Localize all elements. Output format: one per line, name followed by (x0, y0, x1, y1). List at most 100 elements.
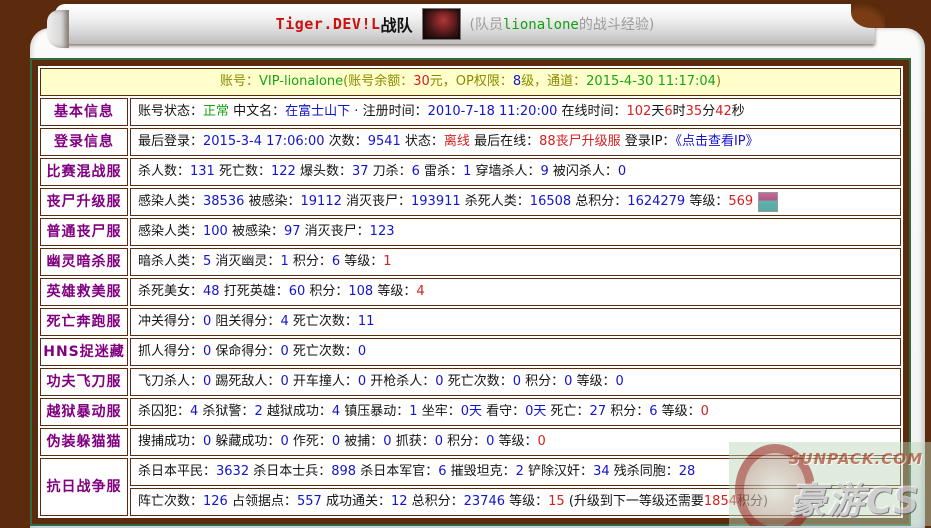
stat-text: VIP-lionalone (259, 74, 343, 89)
table-row: 普通丧尸服感染人类：100 被感染：97 消灭丧尸：123 (40, 218, 901, 246)
stat-text: 1854 (704, 494, 737, 509)
stat-text: 状态： (401, 134, 444, 149)
stat-text: 死亡数： (215, 164, 271, 179)
stat-text: 23746 (464, 494, 505, 509)
stat-text: 穿墙杀人： (471, 164, 540, 179)
stat-text: 6 (438, 464, 446, 479)
row-content: 最后登录：2015-3-4 17:06:00 次数：9541 状态：离线 最后在… (130, 128, 901, 156)
stat-text: 离线 (444, 134, 470, 149)
row-content: 杀日本平民：3632 杀日本士兵：898 杀日本军官：6 摧毁坦克：2 铲除汉奸… (130, 458, 901, 486)
stat-text: 镇压暴动： (340, 404, 409, 419)
player-name: lionalone (503, 17, 579, 33)
row-content: 暗杀人类：5 消灭幽灵：1 积分：6 等级：1 (130, 248, 901, 276)
stat-text: 3632 (216, 464, 249, 479)
row-content: 冲关得分：0 阻关得分：4 死亡次数：11 (130, 308, 901, 336)
row-content-lines: 搜捕成功：0 躲藏成功：0 作死：0 被捕：0 抓获：0 积分：0 等级：0 (130, 428, 901, 456)
stat-text: 刀杀： (369, 164, 412, 179)
stat-text: 35 (686, 104, 703, 119)
stat-text: 杀日本平民： (138, 464, 216, 479)
stat-text: 126 (203, 494, 228, 509)
stat-text: 6 (332, 254, 340, 269)
stat-text: 123 (370, 224, 395, 239)
stat-text: 账号： (220, 74, 259, 89)
row-content-lines: 杀人数：131 死亡数：122 爆头数：37 刀杀：6 雷杀：1 穿墙杀人：9 … (130, 158, 901, 186)
row-label: 登录信息 (40, 128, 128, 156)
table-row: 幽灵暗杀服暗杀人类：5 消灭幽灵：1 积分：6 等级：1 (40, 248, 901, 276)
stat-text: 感染人类： (138, 194, 203, 209)
row-content: 感染人类：38536 被感染：19112 消灭丧尸：193911 杀死人类：16… (130, 188, 901, 216)
stat-text: 1624279 (627, 194, 685, 209)
stat-text: (账号余额： (343, 74, 413, 89)
stat-text: 30 (413, 74, 430, 89)
stat-text: 557 (297, 494, 322, 509)
row-content-lines: 感染人类：38536 被感染：19112 消灭丧尸：193911 杀死人类：16… (130, 188, 901, 216)
table-row: HNS捉迷藏抓人得分：0 保命得分：0 死亡次数：0 (40, 338, 901, 366)
stat-text: 积分： (443, 434, 486, 449)
row-label: 基本信息 (40, 98, 128, 126)
stat-text: 账号状态： (138, 104, 203, 119)
stat-text: 2015-3-4 17:06:00 (203, 134, 325, 149)
stat-text: 阵亡次数： (138, 494, 203, 509)
stat-text: 躲藏成功： (211, 434, 280, 449)
stat-text: 100 (203, 224, 228, 239)
stat-text: 等级： (685, 194, 728, 209)
stat-text: 暗杀人类： (138, 254, 203, 269)
stat-text: 1 (280, 254, 288, 269)
stat-text: 34 (593, 464, 610, 479)
row-content-lines: 最后登录：2015-3-4 17:06:00 次数：9541 状态：离线 最后在… (130, 128, 901, 156)
row-label: 丧尸升级服 (40, 188, 128, 216)
stat-text: 天 (651, 104, 664, 119)
stat-text: 时 (673, 104, 686, 119)
stat-text: 中文名： (229, 104, 285, 119)
stat-text: 爆头数： (296, 164, 352, 179)
stat-text: 4 (332, 404, 340, 419)
stat-text: 积分： (289, 254, 332, 269)
stat-text: 15 (548, 494, 565, 509)
stat-text: 0 (358, 344, 366, 359)
team-avatar-image (422, 8, 461, 40)
view-ip-link[interactable]: 《点击查看IP》 (675, 134, 758, 149)
stat-text: 在富士山下 · (285, 104, 358, 119)
account-header-row: 账号：VIP-lionalone(账号余额：30元，OP权限：8级，通道：201… (40, 68, 901, 96)
stat-text: 60 (289, 284, 306, 299)
stat-text: 铲除汉奸： (524, 464, 593, 479)
stat-text: 0 (538, 434, 546, 449)
top-banner: Tiger.DEV!L战队 (队员lionalone的战斗经验) (55, 4, 875, 44)
stat-text: 2010-7-18 11:20:00 (428, 104, 558, 119)
stat-text: 等级： (658, 404, 701, 419)
row-content-lines: 感染人类：100 被感染：97 消灭丧尸：123 (130, 218, 901, 246)
stat-text: 2015-4-30 11:17:04 (586, 74, 716, 89)
stat-text: 0 (280, 374, 288, 389)
stat-text: 19112 (301, 194, 342, 209)
stat-text: 杀死人类： (461, 194, 530, 209)
stat-text: 193911 (411, 194, 461, 209)
row-label: 比赛混战服 (40, 158, 128, 186)
stat-text: 积分： (521, 374, 564, 389)
stat-text: 抓人得分： (138, 344, 203, 359)
stat-text: 开枪杀人： (366, 374, 435, 389)
stat-text: 在线时间： (557, 104, 626, 119)
stat-text: 杀囚犯： (138, 404, 190, 419)
level-avatar-icon (758, 192, 778, 212)
stat-text: 1 (409, 404, 417, 419)
row-label: 抗日战争服 (40, 458, 128, 516)
stat-text: 0 (616, 374, 624, 389)
stat-text: 杀死美女： (138, 284, 203, 299)
stat-text: 成功通关： (322, 494, 391, 509)
stat-text: 48 (203, 284, 220, 299)
stat-text: 0 (280, 344, 288, 359)
row-content: 搜捕成功：0 躲藏成功：0 作死：0 被捕：0 抓获：0 积分：0 等级：0 (130, 428, 901, 456)
table-row: 功夫飞刀服飞刀杀人：0 踢死敌人：0 开车撞人：0 开枪杀人：0 死亡次数：0 … (40, 368, 901, 396)
stat-text: 死亡次数： (289, 314, 358, 329)
row-content: 账号状态：正常 中文名：在富士山下 · 注册时间：2010-7-18 11:20… (130, 98, 901, 126)
stat-text: 0天 (461, 404, 482, 419)
stat-text: 杀狱警： (198, 404, 254, 419)
row-content-lines: 暗杀人类：5 消灭幽灵：1 积分：6 等级：1 (130, 248, 901, 276)
stat-text: 作死： (289, 434, 332, 449)
team-name-en: Tiger.DEV!L (276, 15, 381, 33)
stat-text: 最后在线： (470, 134, 539, 149)
stat-text: 0 (383, 434, 391, 449)
stat-text: 16508 (530, 194, 571, 209)
stat-text: 102 (627, 104, 652, 119)
row-content-lines: 飞刀杀人：0 踢死敌人：0 开车撞人：0 开枪杀人：0 死亡次数：0 积分：0 … (130, 368, 901, 396)
